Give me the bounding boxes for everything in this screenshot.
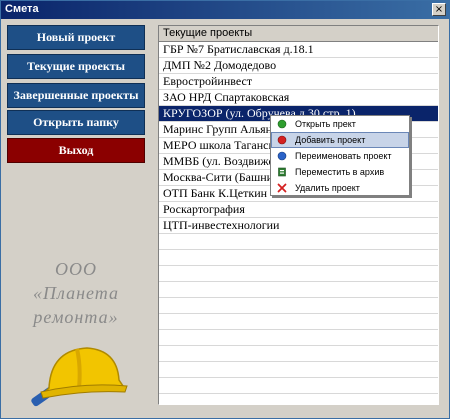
new-project-button[interactable]: Новый проект <box>7 25 145 50</box>
project-row[interactable]: ДМП №2 Домодедово <box>159 58 438 74</box>
project-row[interactable]: ЗАО НРД Спартаковская <box>159 90 438 106</box>
company-line-2: «Планета <box>33 283 119 303</box>
open-folder-button[interactable]: Открыть папку <box>7 110 145 135</box>
green-dot-icon <box>277 119 287 129</box>
empty-row <box>159 234 438 250</box>
title-bar[interactable]: Смета × <box>1 1 449 19</box>
empty-row <box>159 250 438 266</box>
blue-dot-icon <box>277 151 287 161</box>
current-projects-button[interactable]: Текущие проекты <box>7 54 145 79</box>
delete-x-icon <box>277 183 287 193</box>
red-dot-icon <box>277 135 287 145</box>
project-row[interactable]: ГБР №7 Братиславская д.18.1 <box>159 42 438 58</box>
window-title: Смета <box>5 3 39 15</box>
exit-button[interactable]: Выход <box>7 138 145 163</box>
menu-item-label: Добавить проект <box>295 135 366 145</box>
menu-item-add-project[interactable]: Добавить проект <box>271 132 409 148</box>
menu-item-label: Удалить проект <box>295 183 360 193</box>
list-header[interactable]: Текущие проекты <box>159 26 438 42</box>
archive-icon <box>278 167 286 177</box>
context-menu: Открыть прект Добавить проект Переименов… <box>270 115 410 196</box>
projects-list: Текущие проекты ГБР №7 Братиславская д.1… <box>158 25 439 405</box>
empty-row <box>159 266 438 282</box>
menu-item-rename-project[interactable]: Переименовать проект <box>271 148 409 164</box>
menu-item-open-project[interactable]: Открыть прект <box>271 116 409 132</box>
empty-row <box>159 282 438 298</box>
menu-item-delete-project[interactable]: Удалить проект <box>271 180 409 196</box>
menu-item-label: Переименовать проект <box>295 151 392 161</box>
empty-row <box>159 314 438 330</box>
company-line-3: ремонта» <box>33 307 119 327</box>
menu-item-archive-project[interactable]: Переместить в архив <box>271 164 409 180</box>
main-window: Смета × Новый проект Текущие проекты Зав… <box>0 0 450 419</box>
menu-item-label: Переместить в архив <box>295 167 385 177</box>
empty-row <box>159 362 438 378</box>
company-line-1: ООО <box>55 259 97 279</box>
project-row[interactable]: ЦТП-инвестехнологии <box>159 218 438 234</box>
project-row[interactable]: Роскартография <box>159 202 438 218</box>
empty-row <box>159 298 438 314</box>
helmet-brush-icon <box>31 347 128 407</box>
project-row[interactable]: Евростройинвест <box>159 74 438 90</box>
empty-row <box>159 378 438 394</box>
empty-row <box>159 330 438 346</box>
close-button[interactable]: × <box>432 3 446 16</box>
menu-item-label: Открыть прект <box>295 119 356 129</box>
company-logo-text: ООО «Планета ремонта» <box>7 257 145 329</box>
empty-row <box>159 394 438 404</box>
empty-row <box>159 346 438 362</box>
completed-projects-button[interactable]: Завершенные проекты <box>7 83 145 108</box>
